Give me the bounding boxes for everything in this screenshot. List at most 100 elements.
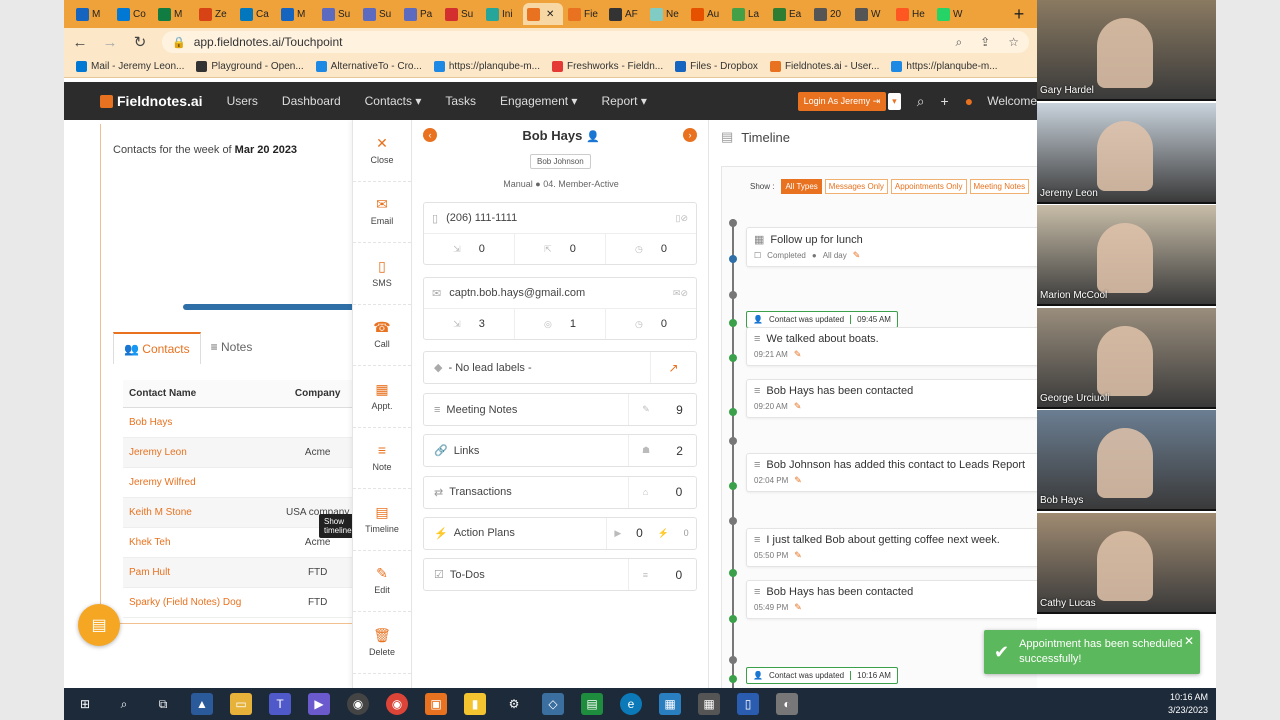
browser-tab[interactable]: Ne — [646, 3, 686, 25]
timeline-entry[interactable]: ≡ I just talked Bob about getting coffee … — [746, 528, 1037, 567]
start-icon[interactable]: ⊞ — [74, 693, 96, 715]
col-contact-name[interactable]: Contact Name — [123, 380, 273, 408]
timeline-action-button[interactable]: ▤ Timeline — [353, 489, 411, 551]
task-view-icon[interactable]: ⧉ — [152, 693, 174, 715]
links-row[interactable]: 🔗 Links ☗ 2 — [423, 434, 697, 468]
meeting-notes-row[interactable]: ≡ Meeting Notes ✎ 9 — [423, 393, 697, 426]
table-row[interactable]: Jeremy Wilfred — [123, 467, 363, 498]
bookmark-item[interactable]: AlternativeTo - Cro... — [315, 61, 422, 72]
sheets-icon[interactable]: ▤ — [581, 693, 603, 715]
video-tile[interactable]: Marion McCool — [1037, 205, 1216, 306]
video-tile[interactable]: George Urciuoli — [1037, 307, 1216, 409]
table-row[interactable]: Sparky (Field Notes) Dog FTD — [123, 587, 363, 618]
timeline-entry[interactable]: ▦ Follow up for lunch ☐ Completed ● All day ✎ — [746, 227, 1037, 267]
settings-icon[interactable]: ⚙ — [503, 693, 525, 715]
tab-contacts[interactable]: 👥 Contacts — [113, 332, 201, 364]
system-clock[interactable]: 10:16 AM 3/23/2023 — [1168, 691, 1208, 717]
browser-tab[interactable]: He — [892, 3, 932, 25]
contact-name-cell[interactable]: Sparky (Field Notes) Dog — [123, 587, 273, 618]
notes-icon[interactable]: ▮ — [464, 693, 486, 715]
new-tab-button[interactable]: + — [1007, 4, 1031, 25]
bookmark-item[interactable]: Mail - Jeremy Leon... — [76, 61, 184, 72]
browser-tab[interactable]: Ini — [482, 3, 522, 25]
contact-name-cell[interactable]: Khek Teh — [123, 527, 273, 558]
back-icon[interactable]: ← — [72, 34, 88, 51]
address-bar[interactable]: 🔒 app.fieldnotes.ai/Touchpoint ⌕ ⇪ ☆ — [162, 31, 1029, 53]
timeline-filter[interactable]: Meeting Notes — [969, 179, 1030, 194]
app-blue-icon[interactable]: ◇ — [542, 693, 564, 715]
welcome-text[interactable]: Welcome — [987, 94, 1037, 108]
menu-contacts[interactable]: Contacts ▾ — [365, 94, 422, 108]
bookmark-item[interactable]: https://planqube-m... — [891, 61, 998, 72]
transactions-row[interactable]: ⇄ Transactions ⌂ 0 — [423, 475, 697, 509]
chrome-icon[interactable]: ◉ — [347, 693, 369, 715]
browser-tab[interactable]: M — [277, 3, 317, 25]
video-tile[interactable]: Bob Hays — [1037, 410, 1216, 511]
menu-tasks[interactable]: Tasks — [445, 94, 476, 108]
contact-name-cell[interactable]: Pam Hult — [123, 557, 273, 588]
table-row[interactable]: Pam Hult FTD — [123, 557, 363, 588]
edit-entry-icon[interactable]: ✎ — [794, 602, 802, 613]
edit-action-button[interactable]: ✎ Edit — [353, 551, 411, 612]
chrome-2-icon[interactable]: ◉ — [386, 693, 408, 715]
timeline-entry[interactable]: ≡ We talked about boats. 09:21 AM ✎ — [746, 327, 1037, 366]
tab-close-icon[interactable]: ✕ — [546, 9, 554, 20]
table-row[interactable]: Bob Hays — [123, 407, 363, 438]
photoshop-icon[interactable]: ▲ — [191, 693, 213, 715]
browser-tab[interactable]: La — [728, 3, 768, 25]
notification-icon[interactable]: ● — [965, 93, 973, 109]
login-as-button[interactable]: Login As Jeremy ⇥ — [797, 91, 887, 111]
browser-tab[interactable]: Co — [113, 3, 153, 25]
next-contact-button[interactable]: › — [683, 128, 697, 142]
search-icon[interactable]: ⌕ — [917, 93, 925, 110]
share-icon[interactable]: ⇪ — [980, 35, 990, 49]
note-action-button[interactable]: ≡ Note — [353, 428, 411, 489]
chat-button[interactable]: ▤ — [78, 604, 120, 646]
browser-tab[interactable]: 20 — [810, 3, 850, 25]
app-logo[interactable]: Fieldnotes.ai — [100, 93, 203, 109]
edit-entry-icon[interactable]: ✎ — [794, 475, 802, 486]
call-action-button[interactable]: ☎ Call — [353, 305, 411, 366]
close-action-button[interactable]: ✕ Close — [353, 120, 411, 182]
menu-dashboard[interactable]: Dashboard — [282, 94, 341, 108]
browser-tab[interactable]: ✕ — [523, 3, 563, 25]
zoom-icon[interactable]: ⌕ — [955, 35, 962, 50]
menu-report[interactable]: Report ▾ — [601, 94, 646, 108]
action-plans-row[interactable]: ⚡ Action Plans ▶ 0 ⚡ 0 — [423, 516, 697, 550]
browser-tab[interactable]: Ze — [195, 3, 235, 25]
video-tile[interactable]: Cathy Lucas — [1037, 512, 1216, 614]
browser-tab[interactable]: W — [851, 3, 891, 25]
edit-entry-icon[interactable]: ✎ — [794, 349, 802, 360]
media-icon[interactable]: ▶ — [308, 693, 330, 715]
email-address[interactable]: captn.bob.hays@gmail.com — [449, 287, 585, 299]
edit-entry-icon[interactable]: ✎ — [794, 550, 802, 561]
contact-name-cell[interactable]: Jeremy Leon — [123, 437, 273, 468]
bookmark-item[interactable]: Fieldnotes.ai - User... — [769, 61, 879, 72]
login-as-dropdown[interactable]: ▾ — [888, 92, 901, 110]
email-disabled-icon[interactable]: ✉⊘ — [673, 288, 688, 299]
tab-notes[interactable]: ≡ Notes — [200, 332, 263, 364]
browser-tab[interactable]: Pa — [400, 3, 440, 25]
edge-icon[interactable]: e — [620, 693, 642, 715]
add-icon[interactable]: + — [941, 93, 949, 109]
menu-users[interactable]: Users — [227, 94, 258, 108]
timeline-entry[interactable]: ≡ Bob Johnson has added this contact to L… — [746, 453, 1037, 492]
browser-tab[interactable]: Su — [441, 3, 481, 25]
browser-tab[interactable]: M — [72, 3, 112, 25]
timeline-filter[interactable]: Appointments Only — [890, 179, 967, 194]
app-red-icon[interactable]: ◐ — [776, 693, 798, 715]
browser-tab[interactable]: Ca — [236, 3, 276, 25]
forward-icon[interactable]: → — [102, 34, 118, 51]
phone-disabled-icon[interactable]: ▯⊘ — [676, 213, 689, 224]
completed-checkbox[interactable]: ☐ — [754, 251, 761, 260]
calculator-icon[interactable]: ▦ — [698, 693, 720, 715]
table-row[interactable]: Jeremy Leon Acme — [123, 437, 363, 468]
browser-tab[interactable]: Fie — [564, 3, 604, 25]
bookmark-item[interactable]: Playground - Open... — [196, 61, 304, 72]
timeline-filter[interactable]: All Types — [781, 179, 822, 194]
contact-name-cell[interactable]: Jeremy Wilfred — [123, 467, 273, 498]
menu-engagement[interactable]: Engagement ▾ — [500, 94, 577, 108]
col-company[interactable]: Company — [272, 380, 363, 408]
browser-tab[interactable]: AF — [605, 3, 645, 25]
appt-action-button[interactable]: ▦ Appt. — [353, 366, 411, 428]
